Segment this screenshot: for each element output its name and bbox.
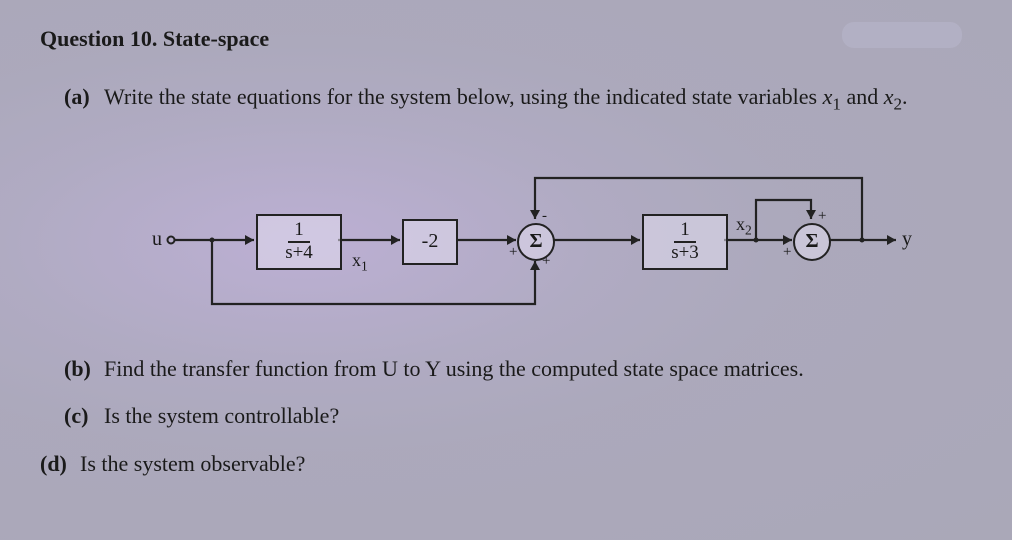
state2-label: x2 <box>736 214 752 239</box>
var-x1: x <box>823 84 833 109</box>
part-d-label: (d) <box>40 451 72 477</box>
var-x1-sub: 1 <box>832 94 841 113</box>
part-d: (d) Is the system observable? <box>40 449 972 479</box>
block2-den: s+3 <box>667 243 703 264</box>
transfer-block-2: 1 s+3 <box>642 214 728 270</box>
part-a-text-post: . <box>902 84 908 109</box>
sum1-sign-top: - <box>542 208 547 225</box>
sum1-sign-left: + <box>509 244 517 261</box>
input-label: u <box>152 228 162 251</box>
part-a-text-mid: and <box>841 84 884 109</box>
part-d-text: Is the system observable? <box>80 449 305 479</box>
block1-den: s+4 <box>281 243 317 264</box>
block1-num: 1 <box>288 220 310 243</box>
block2-num: 1 <box>674 220 696 243</box>
part-a: (a) Write the state equations for the sy… <box>64 82 972 116</box>
part-b: (b) Find the transfer function from U to… <box>64 354 972 384</box>
block-diagram: u y 1 s+4 x1 -2 Σ - + + 1 s+3 x2 Σ + + <box>96 156 916 326</box>
transfer-block-1: 1 s+4 <box>256 214 342 270</box>
summer-2: Σ <box>793 223 831 261</box>
var-x2: x <box>884 84 894 109</box>
question-title: Question 10. State-space <box>40 26 972 52</box>
gain-block: -2 <box>402 219 458 265</box>
part-c: (c) Is the system controllable? <box>64 401 972 431</box>
page-content: Question 10. State-space (a) Write the s… <box>0 0 1012 507</box>
part-b-label: (b) <box>64 356 96 382</box>
state1-label: x1 <box>352 250 368 275</box>
part-c-text: Is the system controllable? <box>104 401 339 431</box>
sum1-sign-bottom: + <box>542 253 550 270</box>
part-b-text: Find the transfer function from U to Y u… <box>104 354 804 384</box>
output-label: y <box>902 228 912 251</box>
sum2-sign-top: + <box>818 208 826 225</box>
redaction-mark <box>842 22 962 48</box>
part-a-text-pre: Write the state equations for the system… <box>104 84 823 109</box>
sum2-sign-left: + <box>783 244 791 261</box>
part-c-label: (c) <box>64 403 96 429</box>
part-a-label: (a) <box>64 84 96 110</box>
part-a-text: Write the state equations for the system… <box>104 82 908 116</box>
var-x2-sub: 2 <box>893 94 902 113</box>
